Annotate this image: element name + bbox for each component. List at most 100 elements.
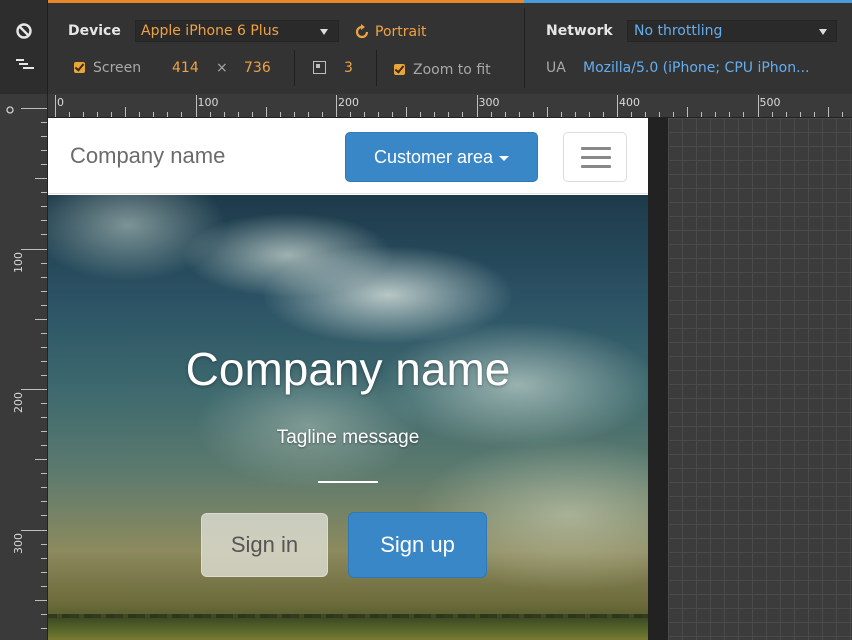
- ruler-tick: [350, 112, 352, 117]
- ruler-tick: [265, 107, 267, 117]
- ruler-tick: [41, 262, 47, 264]
- ruler-corner-icon: [6, 106, 14, 114]
- ua-label: UA: [546, 60, 566, 76]
- ruler-tick: [490, 112, 492, 117]
- viewport-edge: [648, 118, 668, 640]
- ruler-tick: [701, 112, 703, 117]
- dropdown-caret-icon: [320, 29, 328, 35]
- hero-tagline: Tagline message: [276, 427, 420, 448]
- ruler-label: 100: [197, 96, 219, 109]
- ruler-label: 500: [759, 96, 781, 109]
- ruler-tick: [364, 112, 366, 117]
- customer-area-button[interactable]: Customer area: [345, 132, 538, 182]
- ruler-tick: [41, 290, 47, 292]
- checkbox-checked-icon[interactable]: [394, 64, 405, 75]
- network-label: Network: [546, 23, 613, 39]
- ruler-tick: [659, 112, 661, 117]
- toolbar-separator: [376, 50, 377, 86]
- ruler-tick: [41, 136, 47, 138]
- ruler-tick: [645, 112, 647, 117]
- sign-up-button[interactable]: Sign up: [348, 512, 487, 578]
- screen-label: Screen: [93, 60, 142, 76]
- emulated-viewport: Company name Customer area Company name …: [48, 118, 648, 640]
- ruler-tick: [223, 112, 225, 117]
- ruler-tick: [41, 445, 47, 447]
- ruler-tick: [251, 112, 253, 117]
- zoom-to-fit-label: Zoom to fit: [413, 62, 491, 78]
- hamburger-bar: [581, 147, 611, 150]
- ruler-label: 400: [619, 96, 640, 109]
- ruler-tick: [111, 112, 113, 117]
- ruler-vertical: 100 200 300: [0, 94, 48, 640]
- ruler-tick: [41, 543, 47, 545]
- pixel-ratio-value[interactable]: 3: [344, 59, 353, 77]
- device-select-value[interactable]: Apple iPhone 6 Plus: [141, 22, 279, 40]
- ruler-tick: [307, 112, 309, 117]
- ruler-tick: [546, 107, 548, 117]
- ruler-tick: [532, 112, 534, 117]
- ruler-tick: [41, 192, 47, 194]
- customer-area-label: Customer area: [373, 146, 494, 167]
- ruler-tick: [237, 112, 239, 117]
- hero-section: Company name Tagline message Sign in Sig…: [48, 195, 648, 640]
- ruler-tick: [504, 112, 506, 117]
- ruler-tick: [420, 112, 422, 117]
- network-select-value[interactable]: No throttling: [634, 22, 722, 40]
- ruler-tick: [167, 112, 169, 117]
- navbar-brand[interactable]: Company name: [70, 143, 225, 169]
- orientation-button[interactable]: Portrait: [375, 23, 426, 41]
- ruler-tick: [41, 346, 47, 348]
- ruler-tick: [41, 360, 47, 362]
- ruler-tick: [41, 557, 47, 559]
- ruler-tick: [799, 112, 801, 117]
- ruler-tick: [41, 276, 47, 278]
- ruler-tick: [41, 613, 47, 615]
- ruler-tick: [588, 112, 590, 117]
- ua-value[interactable]: Mozilla/5.0 (iPhone; CPU iPhon...: [583, 59, 809, 77]
- ruler-tick: [518, 112, 520, 117]
- ruler-tick: [41, 234, 47, 236]
- ruler-tick: [125, 107, 127, 117]
- ruler-tick: [392, 112, 394, 117]
- ruler-tick: [715, 112, 717, 117]
- screen-height-value[interactable]: 736: [244, 59, 271, 77]
- disable-icon[interactable]: [15, 22, 33, 40]
- ruler-tick: [41, 304, 47, 306]
- screen-toggle[interactable]: Screen: [74, 59, 141, 77]
- ruler-tick: [41, 417, 47, 419]
- ruler-tick: [729, 112, 731, 117]
- zoom-to-fit-toggle[interactable]: Zoom to fit: [394, 61, 491, 79]
- layout-icon[interactable]: [16, 58, 34, 72]
- ruler-tick: [41, 501, 47, 503]
- ruler-label: 100: [12, 251, 25, 273]
- rotate-icon[interactable]: [354, 24, 370, 40]
- hamburger-bar: [581, 156, 611, 159]
- ruler-tick: [69, 112, 71, 117]
- ruler-tick: [434, 112, 436, 117]
- toolbar-separator: [294, 50, 295, 86]
- ruler-tick: [41, 585, 47, 587]
- ruler-tick: [41, 487, 47, 489]
- ruler-label: 0: [57, 96, 64, 109]
- page-navbar: Company name Customer area: [48, 118, 648, 194]
- sign-in-button[interactable]: Sign in: [201, 513, 328, 577]
- hamburger-icon[interactable]: [563, 132, 627, 182]
- ruler-tick: [378, 112, 380, 117]
- ruler-tick: [41, 627, 47, 629]
- ruler-tick: [560, 112, 562, 117]
- ruler-tick: [41, 431, 47, 433]
- ruler-tick: [41, 515, 47, 517]
- dropdown-caret-icon: [819, 29, 827, 35]
- ruler-tick: [41, 571, 47, 573]
- ruler-tick: [21, 529, 47, 531]
- checkbox-checked-icon[interactable]: [74, 62, 85, 73]
- screen-times-sign: ×: [216, 60, 228, 76]
- ruler-tick: [35, 178, 47, 180]
- ruler-tick: [21, 389, 47, 390]
- ruler-tick: [462, 112, 464, 117]
- ruler-tick: [41, 122, 47, 124]
- screen-width-value[interactable]: 414: [172, 59, 199, 77]
- chevron-down-icon: [499, 155, 510, 161]
- ruler-tick: [631, 112, 633, 117]
- ruler-tick: [41, 206, 47, 208]
